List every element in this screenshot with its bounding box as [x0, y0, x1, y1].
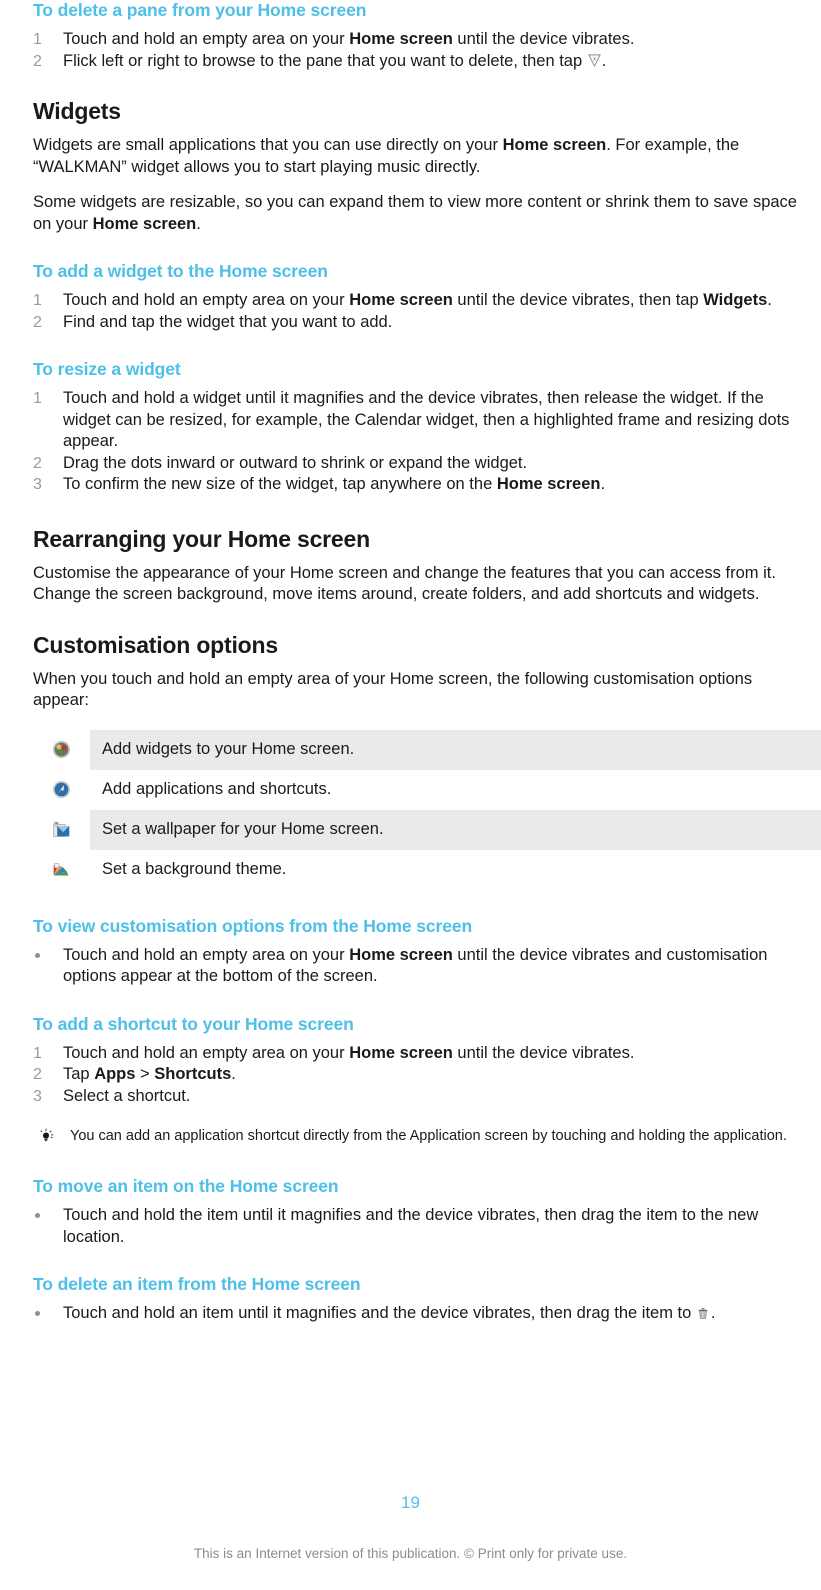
bullets-delete-item: Touch and hold an item until it magnifie…: [33, 1303, 801, 1325]
heading-move-item: To move an item on the Home screen: [33, 1176, 339, 1196]
step-text: To confirm the new size of the widget, t…: [63, 475, 606, 493]
document-page: To delete a pane from your Home screen 1…: [0, 0, 821, 1590]
heading-delete-pane: To delete a pane from your Home screen: [33, 0, 367, 20]
list-item: Touch and hold an item until it magnifie…: [33, 1303, 801, 1325]
page-content: To delete a pane from your Home screen 1…: [0, 0, 821, 1325]
bullet-text: Touch and hold the item until it magnifi…: [63, 1206, 759, 1246]
table-row: Set a background theme.: [33, 850, 821, 890]
steps-add-shortcut: 1 Touch and hold an empty area on your H…: [33, 1043, 801, 1108]
step-text: Touch and hold an empty area on your Hom…: [63, 291, 772, 309]
tip-box: You can add an application shortcut dire…: [33, 1127, 801, 1146]
steps-resize-widget: 1 Touch and hold a widget until it magni…: [33, 388, 801, 496]
list-item: 1 Touch and hold an empty area on your H…: [33, 1043, 801, 1065]
table-cell-description: Set a background theme.: [102, 860, 287, 878]
bullets-move-item: Touch and hold the item until it magnifi…: [33, 1205, 801, 1248]
step-text: Touch and hold an empty area on your Hom…: [63, 1043, 635, 1062]
delete-pane-icon: x: [587, 53, 602, 68]
widgets-paragraph-1: Widgets are small applications that you …: [33, 136, 740, 176]
step-text: Drag the dots inward or outward to shrin…: [63, 453, 528, 472]
table-row: Set a wallpaper for your Home screen.: [33, 809, 821, 850]
table-row: Add applications and shortcuts.: [33, 770, 821, 810]
step-number: 1: [33, 31, 42, 48]
list-item: 1 Touch and hold a widget until it magni…: [33, 388, 801, 453]
step-number: 1: [33, 390, 42, 407]
step-number: 3: [33, 1087, 42, 1105]
list-item: 2 Find and tap the widget that you want …: [33, 312, 801, 334]
widgets-paragraph-2: Some widgets are resizable, so you can e…: [33, 193, 797, 233]
list-item: 3 To confirm the new size of the widget,…: [33, 474, 801, 496]
list-item: Touch and hold the item until it magnifi…: [33, 1205, 801, 1248]
list-item: 2 Flick left or right to browse to the p…: [33, 51, 801, 73]
page-number: 19: [401, 1493, 420, 1512]
step-text: Touch and hold an empty area on your Hom…: [63, 30, 635, 48]
bullet-text: Touch and hold an item until it magnifie…: [63, 1304, 716, 1322]
heading-widgets: Widgets: [33, 98, 121, 124]
step-text: Tap Apps > Shortcuts.: [63, 1065, 236, 1083]
step-number: 1: [33, 1044, 42, 1062]
list-item: Touch and hold an empty area on your Hom…: [33, 945, 801, 988]
wallpaper-icon: [33, 810, 90, 850]
step-number: 2: [33, 1066, 42, 1083]
customisation-options-table: Add widgets to your Home screen. Add app…: [33, 729, 821, 890]
steps-add-widget: 1 Touch and hold an empty area on your H…: [33, 290, 801, 333]
step-text: Select a shortcut.: [63, 1086, 191, 1105]
heading-add-shortcut: To add a shortcut to your Home screen: [33, 1013, 354, 1034]
step-number: 2: [33, 52, 42, 70]
table-row: Add widgets to your Home screen.: [33, 729, 821, 770]
tip-text: You can add an application shortcut dire…: [70, 1128, 787, 1144]
bullet-text: Touch and hold an empty area on your Hom…: [63, 945, 768, 986]
footer-legal-text: This is an Internet version of this publ…: [193, 1546, 628, 1561]
step-number: 3: [33, 476, 42, 493]
bullet-dot: [35, 1213, 40, 1218]
list-item: 2 Drag the dots inward or outward to shr…: [33, 453, 801, 475]
bullet-dot: [35, 952, 40, 958]
heading-customisation-options: Customisation options: [33, 631, 278, 658]
theme-icon: [33, 850, 90, 890]
bullets-view-customisation-options: Touch and hold an empty area on your Hom…: [33, 945, 801, 988]
table-cell-description: Add widgets to your Home screen.: [90, 729, 821, 770]
steps-delete-pane: 1 Touch and hold an empty area on your H…: [33, 29, 801, 72]
step-number: 1: [33, 292, 42, 309]
rearranging-paragraph: Customise the appearance of your Home sc…: [33, 563, 776, 604]
step-number: 2: [33, 313, 42, 331]
step-text: Flick left or right to browse to the pan…: [63, 51, 607, 70]
heading-view-customisation-options: To view customisation options from the H…: [33, 915, 473, 936]
heading-rearranging: Rearranging your Home screen: [33, 525, 370, 552]
list-item: 1 Touch and hold an empty area on your H…: [33, 29, 801, 51]
step-number: 2: [33, 454, 42, 472]
table-cell-description: Add applications and shortcuts.: [102, 780, 332, 798]
lightbulb-icon: [37, 1128, 55, 1146]
customisation-paragraph: When you touch and hold an empty area of…: [33, 669, 753, 710]
list-item: 2 Tap Apps > Shortcuts.: [33, 1064, 801, 1086]
step-text: Touch and hold a widget until it magnifi…: [63, 389, 790, 450]
heading-delete-item: To delete an item from the Home screen: [33, 1274, 361, 1294]
heading-add-widget: To add a widget to the Home screen: [33, 261, 328, 281]
step-text: Find and tap the widget that you want to…: [63, 312, 393, 331]
bullet-dot: [35, 1311, 40, 1316]
table-cell-description: Set a wallpaper for your Home screen.: [90, 809, 821, 850]
apps-shortcut-icon: [33, 770, 90, 810]
list-item: 1 Touch and hold an empty area on your H…: [33, 290, 801, 312]
list-item: 3 Select a shortcut.: [33, 1086, 801, 1108]
svg-text:x: x: [593, 56, 596, 62]
widgets-globe-icon: [33, 730, 90, 770]
trash-icon: [696, 1305, 711, 1320]
heading-resize-widget: To resize a widget: [33, 359, 181, 379]
